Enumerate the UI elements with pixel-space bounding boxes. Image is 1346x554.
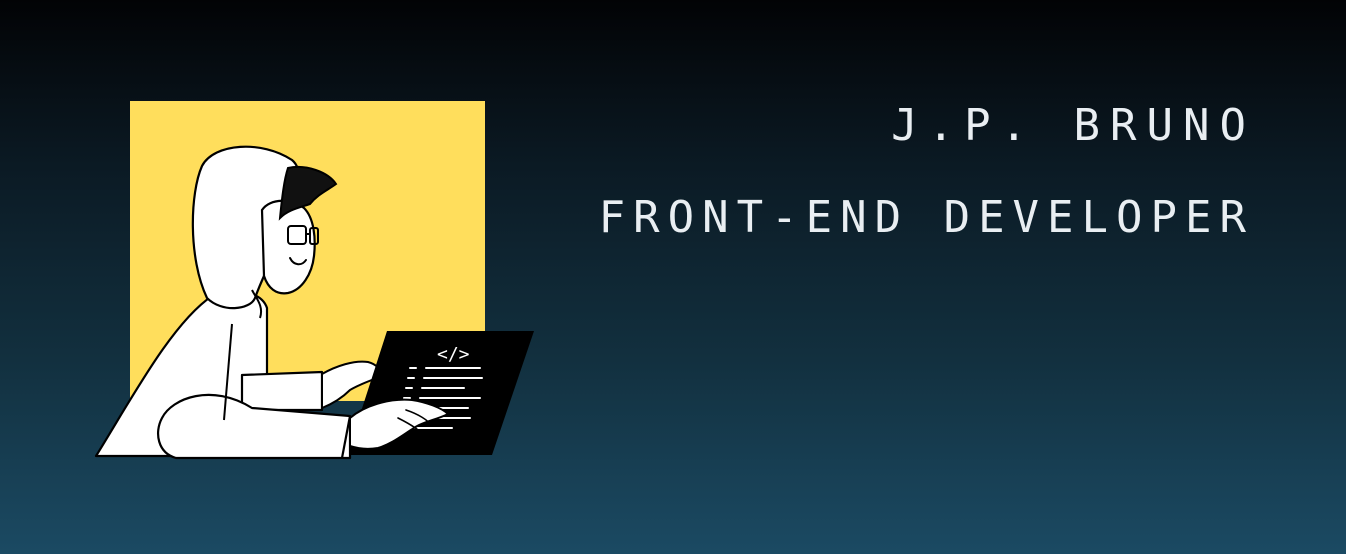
developer-coding-illustration-icon: </>: [94, 101, 534, 460]
code-symbol: </>: [437, 344, 470, 365]
developer-illustration: </>: [92, 98, 538, 462]
hero-section: </> J.P. BRUNO FRONT-END DEVELOPER: [0, 0, 1346, 554]
heading-block: J.P. BRUNO FRONT-END DEVELOPER: [599, 96, 1246, 248]
developer-role: FRONT-END DEVELOPER: [598, 192, 1254, 243]
developer-name: J.P. BRUNO: [891, 100, 1256, 151]
